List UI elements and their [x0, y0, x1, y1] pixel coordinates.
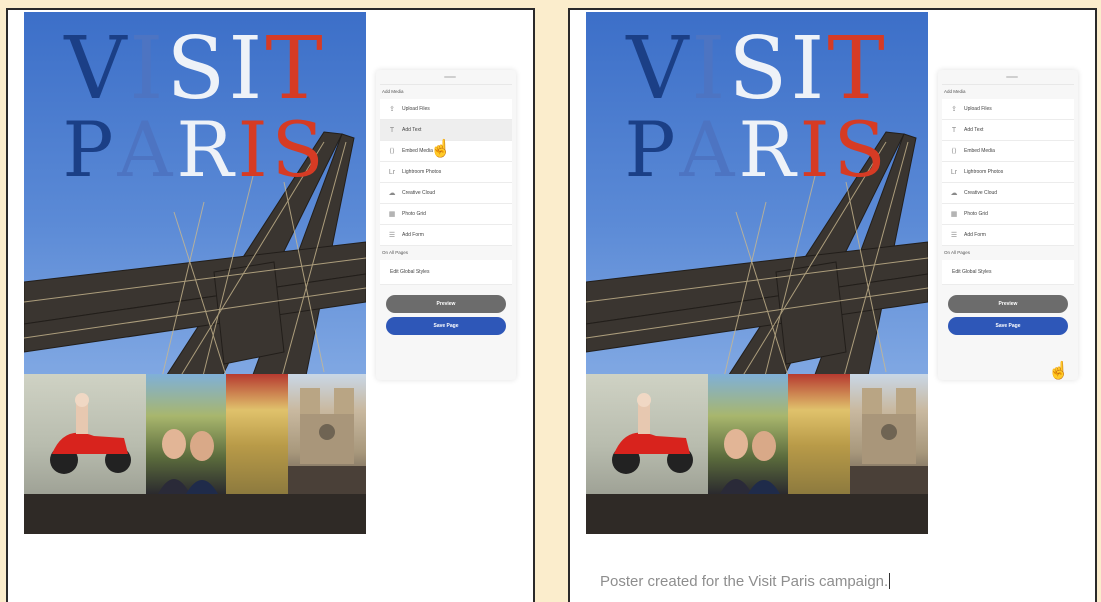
upload-files-button[interactable]: ⇪ Upload Files — [942, 99, 1074, 120]
statue-photo — [788, 374, 850, 494]
upload-icon: ⇪ — [951, 106, 957, 113]
add-media-panel: Add Media ⇪ Upload Files T Add Text ⟨⟩ Embe… — [376, 70, 516, 380]
all-pages-label: On All Pages — [382, 250, 409, 255]
poster-title-visit: VISIT — [626, 19, 888, 119]
poster-title-paris: PARIS — [62, 105, 328, 194]
all-pages-label: On All Pages — [944, 250, 971, 255]
hand-cursor-icon: ☝ — [1048, 361, 1070, 380]
edit-global-styles-button[interactable]: Edit Global Styles — [380, 260, 512, 285]
embed-media-button[interactable]: ⟨⟩ Embed Media — [942, 141, 1074, 162]
text-icon: T — [389, 126, 395, 134]
poster-title-paris: PARIS — [624, 105, 890, 194]
lightroom-photos-button[interactable]: Lr Lightroom Photos — [380, 162, 512, 183]
preview-button[interactable]: Preview — [948, 295, 1068, 313]
notre-dame-photo — [288, 374, 366, 494]
text-cursor-icon — [889, 573, 891, 589]
embed-icon: ⟨⟩ — [389, 148, 395, 155]
add-media-label: Add Media — [382, 89, 404, 94]
poster-title-visit: VISIT — [64, 19, 326, 119]
scooter-photo — [586, 374, 708, 494]
text-icon: T — [951, 126, 957, 134]
save-page-button[interactable]: Save Page — [948, 317, 1068, 335]
statue-photo — [226, 374, 288, 494]
photo-collage — [24, 374, 366, 494]
add-text-button[interactable]: T Add Text — [942, 120, 1074, 141]
grip-icon — [444, 76, 456, 78]
lightroom-photos-button[interactable]: Lr Lightroom Photos — [942, 162, 1074, 183]
add-media-label: Add Media — [944, 89, 966, 94]
creative-cloud-icon: ☁ — [388, 190, 396, 197]
add-text-button[interactable]: T Add Text — [380, 120, 512, 141]
photo-grid-button[interactable]: ▦ Photo Grid — [380, 204, 512, 225]
form-icon: ☰ — [950, 232, 958, 239]
grip-icon — [1006, 76, 1018, 78]
creative-cloud-button[interactable]: ☁ Creative Cloud — [380, 183, 512, 204]
lightroom-icon: Lr — [950, 168, 958, 176]
editor-pane-after: VISIT PARIS Add Media ⇪ Upload Files T Add… — [568, 8, 1097, 602]
add-media-panel: Add Media ⇪ Upload Files T Add Text ⟨⟩ Embe… — [938, 70, 1078, 380]
panel-drag-handle[interactable] — [942, 70, 1074, 85]
embed-icon: ⟨⟩ — [951, 148, 957, 155]
photo-grid-icon: ▦ — [388, 211, 396, 218]
friends-photo — [146, 374, 226, 494]
poster-caption-text: Poster created for the Visit Paris campa… — [600, 573, 889, 590]
upload-icon: ⇪ — [389, 106, 395, 113]
photo-grid-button[interactable]: ▦ Photo Grid — [942, 204, 1074, 225]
photo-grid-icon: ▦ — [950, 211, 958, 218]
notre-dame-photo — [850, 374, 928, 494]
panel-drag-handle[interactable] — [380, 70, 512, 85]
preview-button[interactable]: Preview — [386, 295, 506, 313]
photo-collage — [586, 374, 928, 494]
creative-cloud-icon: ☁ — [950, 190, 958, 197]
editor-pane-before: VISIT PARIS Add Media ⇪ Upload Files T Add… — [6, 8, 535, 602]
poster-image[interactable]: VISIT PARIS — [586, 12, 928, 534]
poster-image[interactable]: VISIT PARIS — [24, 12, 366, 534]
friends-photo — [708, 374, 788, 494]
lightroom-icon: Lr — [388, 168, 396, 176]
add-form-button[interactable]: ☰ Add Form — [942, 225, 1074, 246]
hand-cursor-icon: ☝ — [430, 139, 452, 158]
upload-files-button[interactable]: ⇪ Upload Files — [380, 99, 512, 120]
edit-global-styles-button[interactable]: Edit Global Styles — [942, 260, 1074, 285]
creative-cloud-button[interactable]: ☁ Creative Cloud — [942, 183, 1074, 204]
poster-caption-field[interactable]: Poster created for the Visit Paris campa… — [600, 573, 891, 590]
form-icon: ☰ — [388, 232, 396, 239]
add-form-button[interactable]: ☰ Add Form — [380, 225, 512, 246]
scooter-photo — [24, 374, 146, 494]
save-page-button[interactable]: Save Page — [386, 317, 506, 335]
